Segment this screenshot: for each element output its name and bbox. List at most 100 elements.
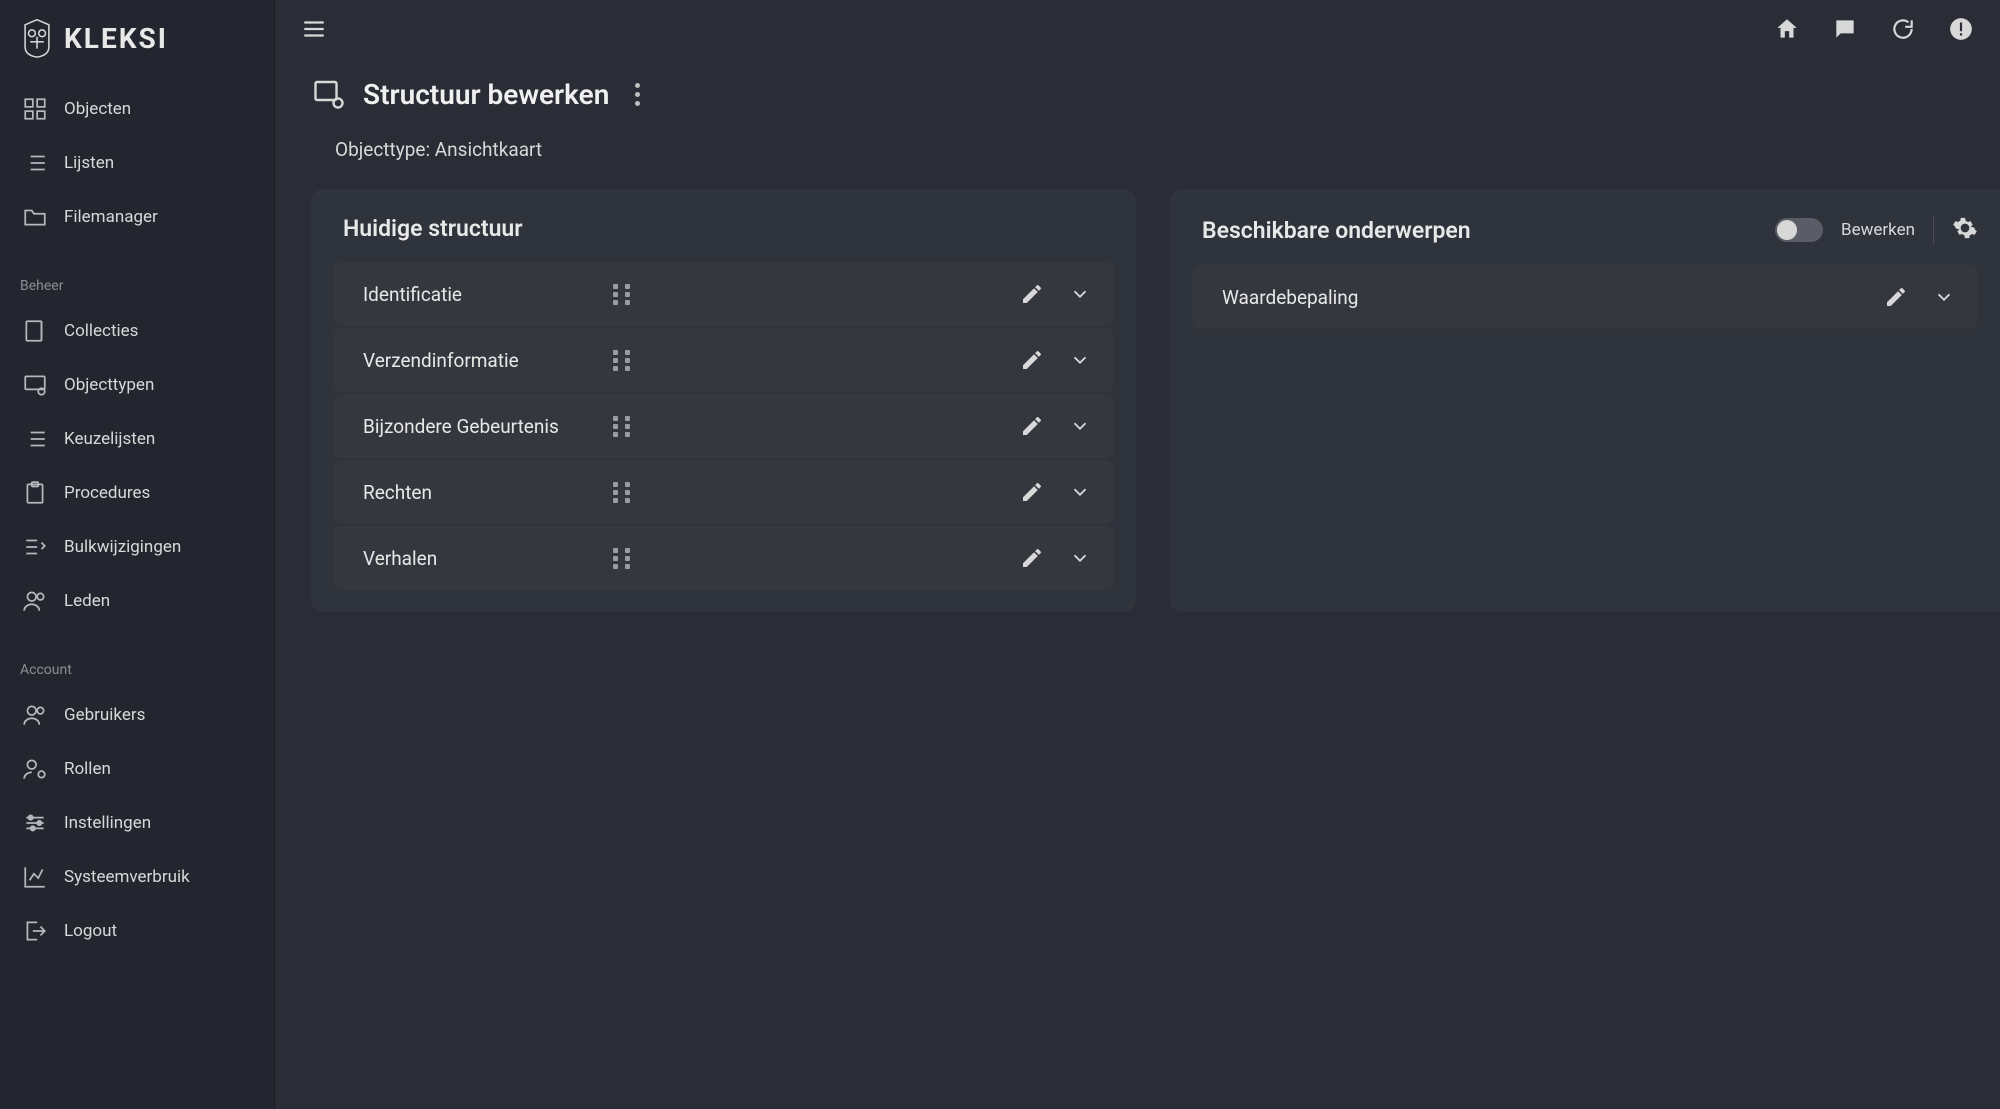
sidebar-item-collecties[interactable]: Collecties <box>0 304 274 358</box>
settings-button[interactable] <box>1952 215 1978 245</box>
sidebar-item-label: Objecten <box>64 99 131 119</box>
bulk-icon <box>22 534 48 560</box>
sidebar-item-label: Logout <box>64 921 117 941</box>
structure-edit-icon <box>311 76 347 112</box>
sidebar-item-gebruikers[interactable]: Gebruikers <box>0 688 274 742</box>
alert-button[interactable] <box>1946 14 1976 44</box>
available-subjects-list: Waardebepaling <box>1192 265 1978 329</box>
edit-button[interactable] <box>1018 412 1046 440</box>
chat-button[interactable] <box>1830 14 1860 44</box>
sidebar-item-logout[interactable]: Logout <box>0 904 274 958</box>
expand-button[interactable] <box>1066 478 1094 506</box>
sidebar-item-label: Instellingen <box>64 813 151 833</box>
drag-handle-icon[interactable] <box>613 416 633 436</box>
main-content: Structuur bewerken Objecttype: Ansichtka… <box>275 0 2000 1109</box>
edit-button[interactable] <box>1018 544 1046 572</box>
sidebar-item-procedures[interactable]: Procedures <box>0 466 274 520</box>
structure-row[interactable]: Verhalen <box>333 526 1114 590</box>
users-icon <box>22 702 48 728</box>
sidebar-item-filemanager[interactable]: Filemanager <box>0 190 274 244</box>
sidebar-item-objecttypen[interactable]: Objecttypen <box>0 358 274 412</box>
edit-button[interactable] <box>1018 478 1046 506</box>
nav-group-beheer: Beheer Collecties Objecttypen Keuzelijst… <box>0 264 274 628</box>
expand-button[interactable] <box>1066 280 1094 308</box>
toggle-label: Bewerken <box>1841 220 1915 240</box>
sidebar-item-instellingen[interactable]: Instellingen <box>0 796 274 850</box>
topbar <box>275 0 2000 58</box>
structure-row[interactable]: Rechten <box>333 460 1114 524</box>
current-structure-panel: Huidige structuur Identificatie Verzendi… <box>311 189 1136 612</box>
structure-label: Identificatie <box>363 283 593 306</box>
refresh-button[interactable] <box>1888 14 1918 44</box>
expand-button[interactable] <box>1066 544 1094 572</box>
edit-button[interactable] <box>1018 346 1046 374</box>
brand-text: KLEKSI <box>64 22 168 55</box>
available-row[interactable]: Waardebepaling <box>1192 265 1978 329</box>
sidebar-item-label: Rollen <box>64 759 111 779</box>
list-icon <box>22 150 48 176</box>
menu-toggle-button[interactable] <box>299 14 329 44</box>
chart-icon <box>22 864 48 890</box>
sidebar-item-objecten[interactable]: Objecten <box>0 82 274 136</box>
sidebar-item-label: Leden <box>64 591 110 611</box>
sidebar-item-label: Systeemverbruik <box>64 867 190 887</box>
users-icon <box>22 588 48 614</box>
grid-icon <box>22 96 48 122</box>
logout-icon <box>22 918 48 944</box>
nav-group-account: Account Gebruikers Rollen Instellingen S… <box>0 648 274 958</box>
drag-handle-icon[interactable] <box>613 284 633 304</box>
panel-title: Huidige structuur <box>333 215 523 242</box>
drag-handle-icon[interactable] <box>613 350 633 370</box>
sidebar: KLEKSI Objecten Lijsten Filemanager Behe… <box>0 0 275 1109</box>
edit-button[interactable] <box>1018 280 1046 308</box>
edit-button[interactable] <box>1882 283 1910 311</box>
sidebar-item-label: Objecttypen <box>64 375 154 395</box>
sidebar-item-label: Bulkwijzigingen <box>64 537 181 557</box>
book-icon <box>22 318 48 344</box>
sidebar-item-label: Keuzelijsten <box>64 429 155 449</box>
more-options-button[interactable] <box>625 82 649 106</box>
sidebar-item-label: Gebruikers <box>64 705 145 725</box>
structure-row[interactable]: Verzendinformatie <box>333 328 1114 392</box>
expand-button[interactable] <box>1066 412 1094 440</box>
expand-button[interactable] <box>1066 346 1094 374</box>
sidebar-item-label: Lijsten <box>64 153 114 173</box>
structure-label: Verhalen <box>363 547 593 570</box>
clipboard-icon <box>22 480 48 506</box>
user-gear-icon <box>22 756 48 782</box>
drag-handle-icon[interactable] <box>613 482 633 502</box>
page-subtitle: Objecttype: Ansichtkaart <box>275 122 2000 189</box>
divider <box>1933 216 1934 244</box>
sliders-icon <box>22 810 48 836</box>
folder-icon <box>22 204 48 230</box>
sidebar-item-rollen[interactable]: Rollen <box>0 742 274 796</box>
home-button[interactable] <box>1772 14 1802 44</box>
sidebar-item-label: Collecties <box>64 321 138 341</box>
list-icon <box>22 426 48 452</box>
expand-button[interactable] <box>1930 283 1958 311</box>
available-subjects-panel: Beschikbare onderwerpen Bewerken Waardeb… <box>1170 189 2000 612</box>
current-structure-list: Identificatie Verzendinformatie Bijzonde… <box>333 262 1114 590</box>
structure-label: Bijzondere Gebeurtenis <box>363 415 593 438</box>
sidebar-item-bulkwijzigingen[interactable]: Bulkwijzigingen <box>0 520 274 574</box>
sidebar-item-systeemverbruik[interactable]: Systeemverbruik <box>0 850 274 904</box>
sidebar-item-label: Filemanager <box>64 207 158 227</box>
structure-label: Rechten <box>363 481 593 504</box>
page-title: Structuur bewerken <box>363 78 609 111</box>
nav-heading: Beheer <box>0 264 274 304</box>
nav-heading: Account <box>0 648 274 688</box>
edit-toggle[interactable] <box>1775 218 1823 242</box>
drag-handle-icon[interactable] <box>613 548 633 568</box>
structure-label: Verzendinformatie <box>363 349 593 372</box>
sidebar-item-keuzelijsten[interactable]: Keuzelijsten <box>0 412 274 466</box>
sidebar-item-leden[interactable]: Leden <box>0 574 274 628</box>
panel-title: Beschikbare onderwerpen <box>1192 217 1471 244</box>
nav-main: Objecten Lijsten Filemanager <box>0 82 274 244</box>
structure-row[interactable]: Bijzondere Gebeurtenis <box>333 394 1114 458</box>
brand-logo[interactable]: KLEKSI <box>0 18 274 82</box>
sidebar-item-lijsten[interactable]: Lijsten <box>0 136 274 190</box>
structure-row[interactable]: Identificatie <box>333 262 1114 326</box>
available-label: Waardebepaling <box>1222 286 1862 309</box>
sidebar-item-label: Procedures <box>64 483 150 503</box>
monitor-gear-icon <box>22 372 48 398</box>
